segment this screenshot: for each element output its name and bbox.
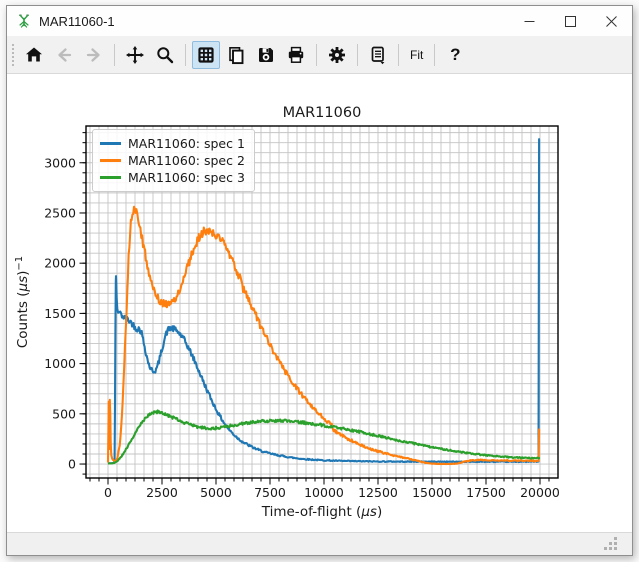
forward-button[interactable] [80, 41, 108, 69]
grid-icon [196, 45, 216, 65]
minimize-button[interactable] [509, 6, 550, 36]
save-button[interactable] [252, 41, 280, 69]
toolbar-separator [357, 44, 358, 66]
pan-icon [125, 45, 145, 65]
home-button[interactable] [20, 41, 48, 69]
fit-button-label: Fit [406, 48, 427, 62]
forward-arrow-icon [84, 45, 104, 65]
print-button[interactable] [282, 41, 310, 69]
plot-toolbar: Fit ? [7, 36, 632, 74]
maximize-icon [565, 16, 576, 27]
toolbar-separator [185, 44, 186, 66]
copy-button[interactable] [222, 41, 250, 69]
script-icon [368, 45, 388, 65]
zoom-button[interactable] [151, 41, 179, 69]
magnifier-icon [155, 45, 175, 65]
svg-text:0: 0 [104, 485, 112, 500]
x-axis-label: Time-of-flight (μs) [261, 504, 382, 520]
back-button[interactable] [50, 41, 78, 69]
legend-swatch-spec2 [100, 159, 121, 162]
svg-text:2500: 2500 [44, 205, 76, 220]
figure-canvas: 0 2500 5000 7500 10000 12500 15000 17500 20000 0 5… [7, 74, 632, 532]
legend-item: MAR11060: spec 1 [100, 135, 245, 152]
gear-icon [327, 45, 347, 65]
svg-text:15000: 15000 [412, 485, 452, 500]
svg-text:0: 0 [68, 457, 76, 472]
minimize-icon [524, 16, 535, 27]
legend-item: MAR11060: spec 2 [100, 152, 245, 169]
legend-swatch-spec3 [100, 176, 121, 179]
resize-grip[interactable] [614, 547, 617, 550]
help-button-label: ? [446, 45, 464, 65]
legend-label-spec3: MAR11060: spec 3 [128, 170, 245, 185]
svg-text:500: 500 [52, 406, 76, 421]
title-bar[interactable]: MAR11060-1 [7, 6, 632, 36]
svg-text:5000: 5000 [200, 485, 232, 500]
save-icon [256, 45, 276, 65]
pan-button[interactable] [121, 41, 149, 69]
plot-window: MAR11060-1 [6, 5, 633, 556]
svg-text:10000: 10000 [304, 485, 344, 500]
back-arrow-icon [54, 45, 74, 65]
svg-text:2500: 2500 [146, 485, 178, 500]
copy-icon [226, 45, 246, 65]
svg-text:1500: 1500 [44, 306, 76, 321]
plot-title: MAR11060 [283, 105, 362, 121]
legend-swatch-spec1 [100, 142, 121, 145]
mantid-logo-icon [16, 13, 32, 29]
svg-text:3000: 3000 [44, 155, 76, 170]
toolbar-drag-handle[interactable] [11, 43, 15, 67]
svg-text:12500: 12500 [358, 485, 398, 500]
toolbar-separator [398, 44, 399, 66]
y-axis-label: Counts (μs)−1 [14, 256, 31, 348]
grid-toggle-button[interactable] [192, 41, 220, 69]
svg-text:2000: 2000 [44, 256, 76, 271]
close-icon [606, 16, 617, 27]
legend-label-spec2: MAR11060: spec 2 [128, 153, 245, 168]
fit-button[interactable]: Fit [405, 41, 428, 69]
customize-button[interactable] [323, 41, 351, 69]
svg-text:17500: 17500 [466, 485, 506, 500]
toolbar-separator [434, 44, 435, 66]
svg-text:7500: 7500 [254, 485, 286, 500]
toolbar-separator [114, 44, 115, 66]
help-button[interactable]: ? [441, 41, 469, 69]
toolbar-separator [316, 44, 317, 66]
maximize-button[interactable] [550, 6, 591, 36]
legend-item: MAR11060: spec 3 [100, 169, 245, 186]
plot-legend: MAR11060: spec 1 MAR11060: spec 2 MAR110… [92, 129, 255, 192]
generate-script-button[interactable] [364, 41, 392, 69]
home-icon [24, 45, 44, 65]
svg-text:1000: 1000 [44, 356, 76, 371]
printer-icon [286, 45, 306, 65]
legend-label-spec1: MAR11060: spec 1 [128, 136, 245, 151]
window-title: MAR11060-1 [39, 14, 115, 29]
svg-text:20000: 20000 [520, 485, 560, 500]
status-bar [7, 532, 632, 555]
close-button[interactable] [591, 6, 632, 36]
